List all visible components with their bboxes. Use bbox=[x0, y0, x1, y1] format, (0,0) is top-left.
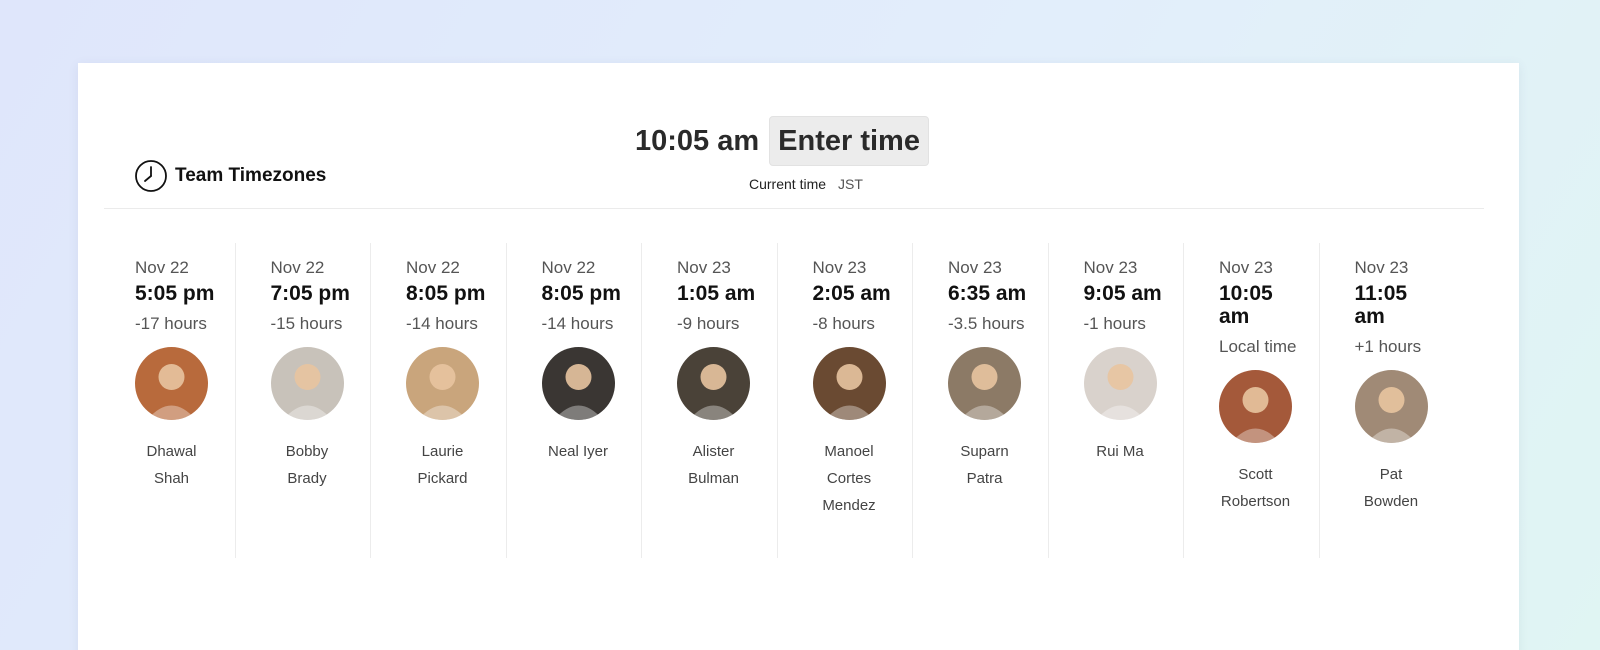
member-time: 7:05 pm bbox=[270, 282, 350, 305]
avatar bbox=[948, 347, 1021, 420]
member-date: Nov 22 bbox=[135, 258, 189, 277]
clock-icon bbox=[134, 159, 168, 193]
member-date: Nov 23 bbox=[948, 258, 1002, 277]
member-time: 11:05 am bbox=[1354, 282, 1408, 328]
current-time-label: Current time bbox=[749, 176, 827, 192]
member-card: Nov 23 10:05 am Local time Scott Robertson bbox=[1184, 243, 1320, 558]
member-time: 1:05 am bbox=[677, 282, 756, 305]
member-name: Suparn Patra bbox=[960, 443, 1009, 487]
header: Team Timezones 10:05 am Enter time Curre… bbox=[104, 63, 1484, 209]
avatar bbox=[270, 347, 344, 420]
avatar bbox=[135, 347, 208, 420]
member-offset: -17 hours bbox=[135, 314, 207, 333]
avatar bbox=[1354, 370, 1428, 443]
member-offset: -3.5 hours bbox=[948, 314, 1025, 333]
member-offset: -8 hours bbox=[812, 314, 875, 333]
member-time: 6:35 am bbox=[948, 282, 1027, 305]
member-time: 9:05 am bbox=[1083, 282, 1162, 305]
member-card: Nov 22 8:05 pm -14 hours Neal Iyer bbox=[507, 243, 642, 558]
member-name: Laurie Pickard bbox=[417, 443, 468, 487]
member-time: 2:05 am bbox=[812, 282, 891, 305]
member-offset: -14 hours bbox=[541, 314, 614, 333]
member-date: Nov 23 bbox=[677, 258, 731, 277]
avatar bbox=[677, 347, 750, 420]
member-name: Scott Robertson bbox=[1220, 466, 1291, 510]
member-date: Nov 23 bbox=[1219, 258, 1273, 277]
team-timezones-panel: Team Timezones 10:05 am Enter time Curre… bbox=[78, 63, 1519, 650]
member-card: Nov 23 11:05 am +1 hours Pat Bowden bbox=[1320, 243, 1456, 558]
member-card: Nov 23 2:05 am -8 hours Manoel Cortes Mende… bbox=[778, 243, 913, 558]
avatar bbox=[1219, 370, 1292, 443]
member-offset: -1 hours bbox=[1083, 314, 1146, 333]
current-time-value: 10:05 am bbox=[635, 124, 760, 157]
members-row: Nov 22 5:05 pm -17 hours Dhawal Shah Nov 22 7… bbox=[100, 243, 1455, 558]
avatar bbox=[1083, 347, 1157, 420]
member-offset: -15 hours bbox=[270, 314, 343, 333]
member-date: Nov 23 bbox=[1354, 258, 1409, 277]
member-card: Nov 23 9:05 am -1 hours Rui Ma bbox=[1049, 243, 1184, 558]
member-date: Nov 22 bbox=[270, 258, 325, 277]
member-name: Rui Ma bbox=[1096, 443, 1144, 460]
member-time: 5:05 pm bbox=[135, 282, 215, 305]
member-name: Manoel Cortes Mendez bbox=[822, 443, 876, 514]
member-card: Nov 22 8:05 pm -14 hours Laurie Pickard bbox=[371, 243, 507, 558]
avatar bbox=[541, 347, 615, 420]
member-name: Neal Iyer bbox=[547, 443, 609, 460]
member-date: Nov 23 bbox=[1083, 258, 1138, 277]
member-name: Pat Bowden bbox=[1363, 466, 1419, 510]
member-name: Alister Bulman bbox=[688, 443, 739, 487]
member-time: 8:05 pm bbox=[406, 282, 486, 305]
enter-time-button[interactable]: Enter time bbox=[769, 116, 929, 166]
member-date: Nov 22 bbox=[406, 258, 460, 277]
member-offset: -14 hours bbox=[406, 314, 478, 333]
member-offset: +1 hours bbox=[1354, 337, 1422, 356]
member-time: 10:05 am bbox=[1219, 282, 1273, 328]
member-card: Nov 22 7:05 pm -15 hours Bobby Brady bbox=[236, 243, 371, 558]
member-card: Nov 22 5:05 pm -17 hours Dhawal Shah bbox=[100, 243, 236, 558]
member-name: Dhawal Shah bbox=[146, 443, 197, 487]
time-block: 10:05 am Enter time bbox=[635, 116, 929, 166]
member-date: Nov 22 bbox=[541, 258, 596, 277]
app-title: Team Timezones bbox=[175, 165, 327, 186]
time-meta: Current time JST bbox=[749, 176, 863, 192]
member-name: Bobby Brady bbox=[285, 443, 329, 487]
member-card: Nov 23 6:35 am -3.5 hours Suparn Patra bbox=[913, 243, 1049, 558]
member-offset: Local time bbox=[1219, 337, 1297, 356]
member-card: Nov 23 1:05 am -9 hours Alister Bulman bbox=[642, 243, 778, 558]
member-offset: -9 hours bbox=[677, 314, 740, 333]
member-date: Nov 23 bbox=[812, 258, 867, 277]
brand: Team Timezones bbox=[134, 159, 326, 193]
member-time: 8:05 pm bbox=[541, 282, 621, 305]
avatar bbox=[406, 347, 479, 420]
avatar bbox=[812, 347, 886, 420]
timezone-label: JST bbox=[838, 176, 863, 192]
